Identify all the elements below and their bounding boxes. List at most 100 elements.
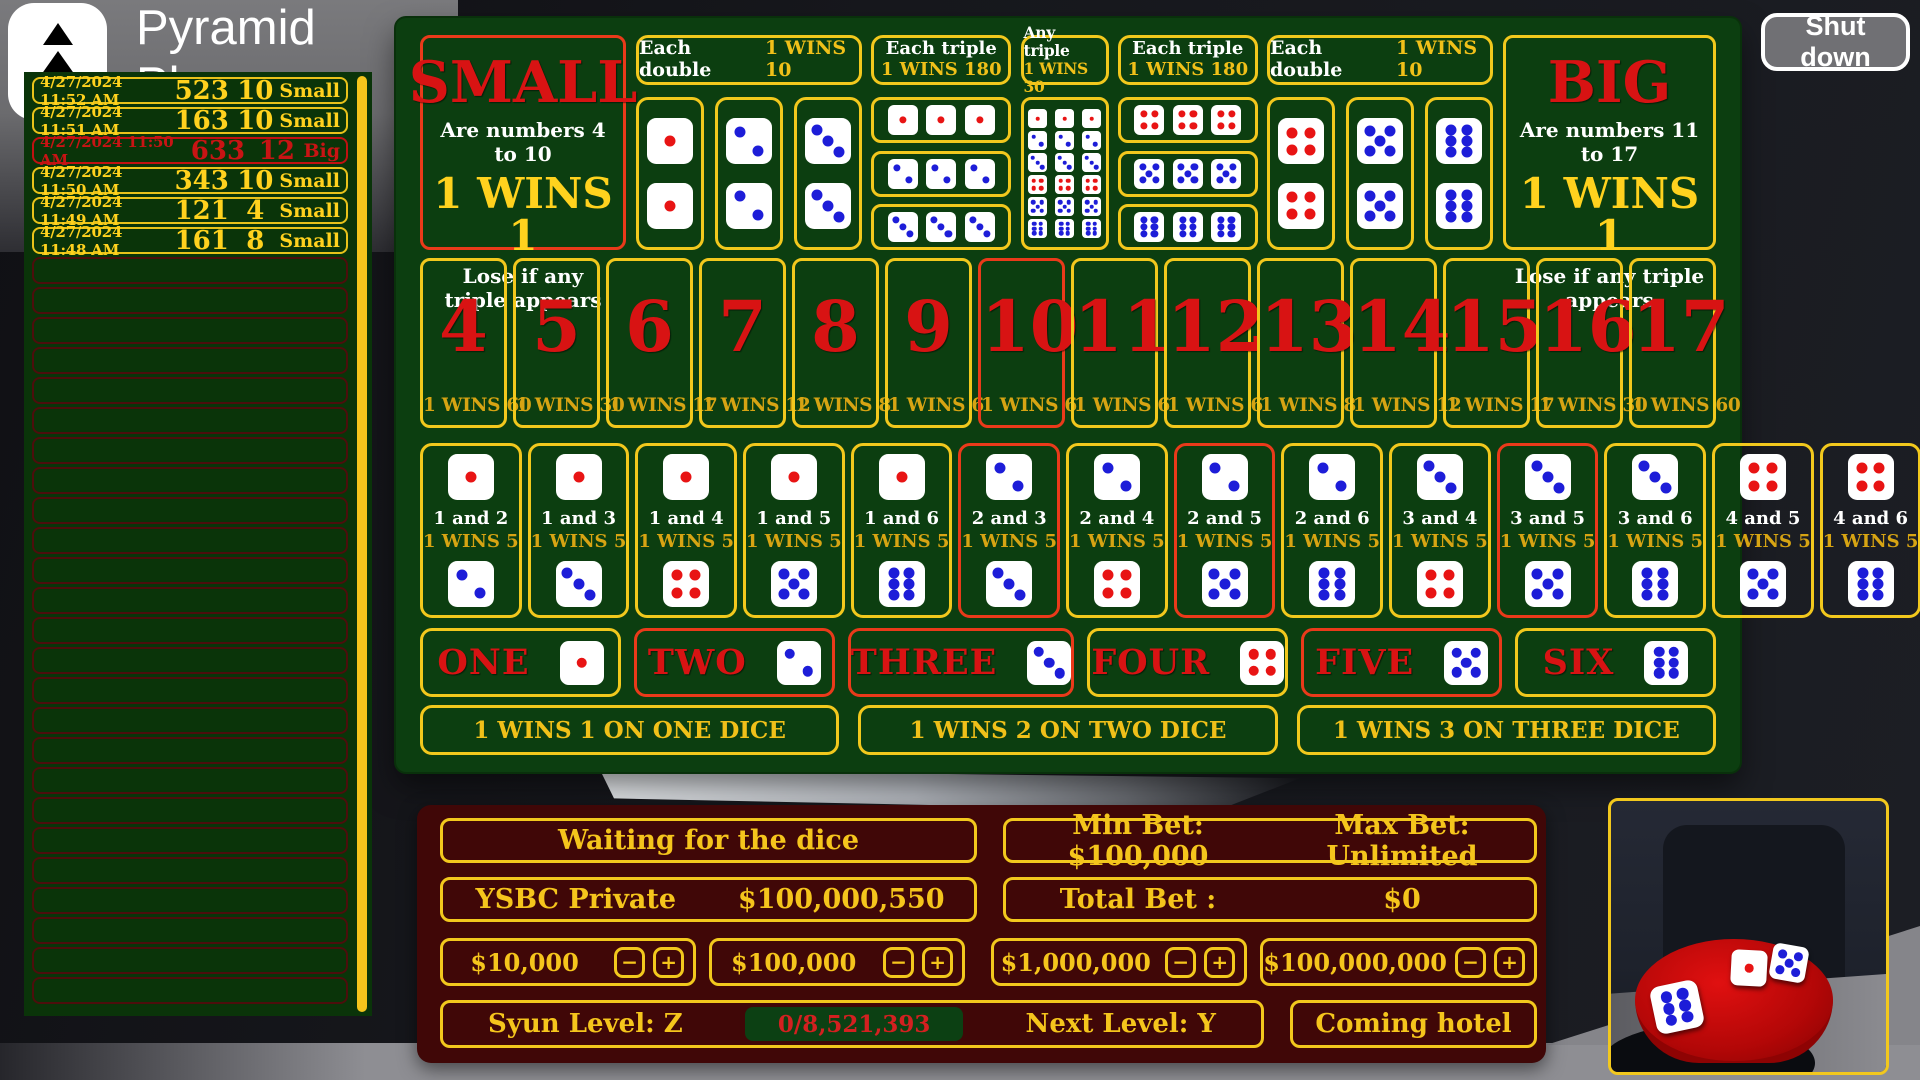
bet-triple-1[interactable] bbox=[871, 97, 1011, 143]
bet-total-6[interactable]: 61 WINS 17 bbox=[606, 258, 693, 428]
chip-100000[interactable]: $100,000−+ bbox=[709, 938, 965, 986]
die-5-icon bbox=[1357, 118, 1403, 164]
die-pip bbox=[1552, 568, 1563, 579]
bet-any-triple[interactable] bbox=[1021, 97, 1109, 250]
die-pip bbox=[1857, 578, 1868, 589]
shutdown-button[interactable]: Shut down bbox=[1761, 13, 1910, 71]
bet-single-one[interactable]: ONE bbox=[420, 628, 621, 697]
chip-100000000[interactable]: $100,000,000−+ bbox=[1260, 938, 1537, 986]
combo-label: 4 and 5 bbox=[1725, 510, 1800, 528]
level-progress-text: 0/8,521,393 bbox=[778, 1011, 930, 1038]
stage: Pyramid Player 4/27/2024 11:52 AM52310Sm… bbox=[0, 0, 1920, 1080]
bet-triple-2[interactable] bbox=[871, 151, 1011, 197]
history-row-empty bbox=[32, 887, 348, 914]
bet-triple-5[interactable] bbox=[1118, 151, 1258, 197]
bet-double-4[interactable] bbox=[1267, 97, 1335, 250]
total-bet-box: Total Bet : $0 bbox=[1003, 877, 1537, 922]
die-pip bbox=[1218, 223, 1225, 230]
bet-total-12[interactable]: 121 WINS 6 bbox=[1164, 258, 1251, 428]
die-pip bbox=[1085, 208, 1090, 213]
chip-minus-button[interactable]: − bbox=[883, 947, 914, 978]
chip-plus-button[interactable]: + bbox=[922, 947, 953, 978]
bet-combo-3-5[interactable]: 3 and 51 WINS 5 bbox=[1497, 443, 1599, 618]
bet-total-4[interactable]: 41 WINS 60 bbox=[420, 258, 507, 428]
bet-single-six[interactable]: SIX bbox=[1515, 628, 1716, 697]
bet-combo-1-6[interactable]: 1 and 61 WINS 5 bbox=[851, 443, 953, 618]
die-pip bbox=[1446, 147, 1457, 158]
dice-bet-sections: Each double1 WINS 10Each triple1 WINS 18… bbox=[636, 35, 1493, 250]
die-pip bbox=[1374, 200, 1385, 211]
bet-combo-1-5[interactable]: 1 and 51 WINS 5 bbox=[743, 443, 845, 618]
chip-minus-button[interactable]: − bbox=[1165, 947, 1196, 978]
bet-combo-3-6[interactable]: 3 and 61 WINS 5 bbox=[1604, 443, 1706, 618]
bet-combo-1-2[interactable]: 1 and 21 WINS 5 bbox=[420, 443, 522, 618]
bet-double-6[interactable] bbox=[1425, 97, 1493, 250]
bet-single-four[interactable]: FOUR bbox=[1087, 628, 1288, 697]
bet-double-3[interactable] bbox=[794, 97, 862, 250]
chip-minus-button[interactable]: − bbox=[1455, 947, 1486, 978]
bet-combo-2-3[interactable]: 2 and 31 WINS 5 bbox=[958, 443, 1060, 618]
die-pip bbox=[1766, 480, 1777, 491]
chip-1000000[interactable]: $1,000,000−+ bbox=[991, 938, 1247, 986]
bet-total-9[interactable]: 91 WINS 6 bbox=[885, 258, 972, 428]
bet-total-10[interactable]: 101 WINS 6 bbox=[978, 258, 1065, 428]
bet-combo-1-3[interactable]: 1 and 31 WINS 5 bbox=[528, 443, 630, 618]
bet-combo-1-4[interactable]: 1 and 41 WINS 5 bbox=[635, 443, 737, 618]
die-pip bbox=[798, 568, 809, 579]
die-pip bbox=[573, 578, 584, 589]
die-pip bbox=[1747, 568, 1758, 579]
bet-triple-4[interactable] bbox=[1118, 97, 1258, 143]
bet-total-11[interactable]: 111 WINS 6 bbox=[1071, 258, 1158, 428]
history-size: Small bbox=[279, 200, 340, 222]
bet-combo-4-6[interactable]: 4 and 61 WINS 5 bbox=[1820, 443, 1920, 618]
bet-total-7[interactable]: 71 WINS 12 bbox=[699, 258, 786, 428]
bet-total-16[interactable]: 161 WINS 30 bbox=[1536, 258, 1623, 428]
account-box: YSBC Private $100,000,550 bbox=[440, 877, 977, 922]
die-pip bbox=[1775, 964, 1785, 974]
bet-double-5[interactable] bbox=[1346, 97, 1414, 250]
die-pip bbox=[1151, 216, 1158, 223]
bet-double-1[interactable] bbox=[636, 97, 704, 250]
coming-hotel-button[interactable]: Coming hotel bbox=[1290, 1000, 1537, 1048]
bet-single-three[interactable]: THREE bbox=[848, 628, 1075, 697]
bet-combo-2-6[interactable]: 2 and 61 WINS 5 bbox=[1281, 443, 1383, 618]
chip-minus-button[interactable]: − bbox=[614, 947, 645, 978]
bet-double-2[interactable] bbox=[715, 97, 783, 250]
die-pip bbox=[1031, 156, 1036, 161]
die-pip bbox=[1658, 567, 1669, 578]
bet-triple-3[interactable] bbox=[871, 204, 1011, 250]
history-scrollbar[interactable] bbox=[357, 76, 367, 1012]
bet-combo-4-5[interactable]: 4 and 51 WINS 5 bbox=[1712, 443, 1814, 618]
die-pip bbox=[1032, 179, 1037, 184]
chip-plus-button[interactable]: + bbox=[653, 947, 684, 978]
bet-total-8[interactable]: 81 WINS 8 bbox=[792, 258, 879, 428]
chip-plus-button[interactable]: + bbox=[1204, 947, 1235, 978]
bet-total-5[interactable]: 51 WINS 30 bbox=[513, 258, 600, 428]
die-pip bbox=[1434, 471, 1445, 482]
die-pip bbox=[1451, 667, 1462, 678]
bet-total-17[interactable]: 171 WINS 60 bbox=[1629, 258, 1716, 428]
combos-row: 1 and 21 WINS 51 and 31 WINS 51 and 41 W… bbox=[420, 443, 1716, 618]
bet-big[interactable]: BIG Are numbers 11 to 17 1 WINS 1 Lose i… bbox=[1503, 35, 1716, 250]
die-pip bbox=[1089, 116, 1094, 121]
die-pip bbox=[904, 567, 915, 578]
bet-single-five[interactable]: FIVE bbox=[1301, 628, 1502, 697]
die-pip bbox=[904, 578, 915, 589]
bet-combo-3-4[interactable]: 3 and 41 WINS 5 bbox=[1389, 443, 1491, 618]
die-pip bbox=[1471, 667, 1482, 678]
bet-triple-6[interactable] bbox=[1118, 204, 1258, 250]
bet-total-13[interactable]: 131 WINS 8 bbox=[1257, 258, 1344, 428]
die-pip bbox=[893, 164, 900, 171]
die-pip bbox=[681, 471, 692, 482]
history-row: 4/27/2024 11:50 AM34310Small bbox=[32, 167, 348, 194]
bet-combo-2-4[interactable]: 2 and 41 WINS 5 bbox=[1066, 443, 1168, 618]
bet-total-15[interactable]: 151 WINS 17 bbox=[1443, 258, 1530, 428]
bet-combo-2-5[interactable]: 2 and 51 WINS 5 bbox=[1174, 443, 1276, 618]
die-pip bbox=[1654, 657, 1665, 668]
bet-total-14[interactable]: 141 WINS 12 bbox=[1350, 258, 1437, 428]
bet-small[interactable]: SMALL Are numbers 4 to 10 1 WINS 1 Lose … bbox=[420, 35, 626, 250]
double-boxes bbox=[636, 97, 862, 250]
chip-plus-button[interactable]: + bbox=[1494, 947, 1525, 978]
bet-single-two[interactable]: TWO bbox=[634, 628, 835, 697]
chip-10000[interactable]: $10,000−+ bbox=[440, 938, 696, 986]
